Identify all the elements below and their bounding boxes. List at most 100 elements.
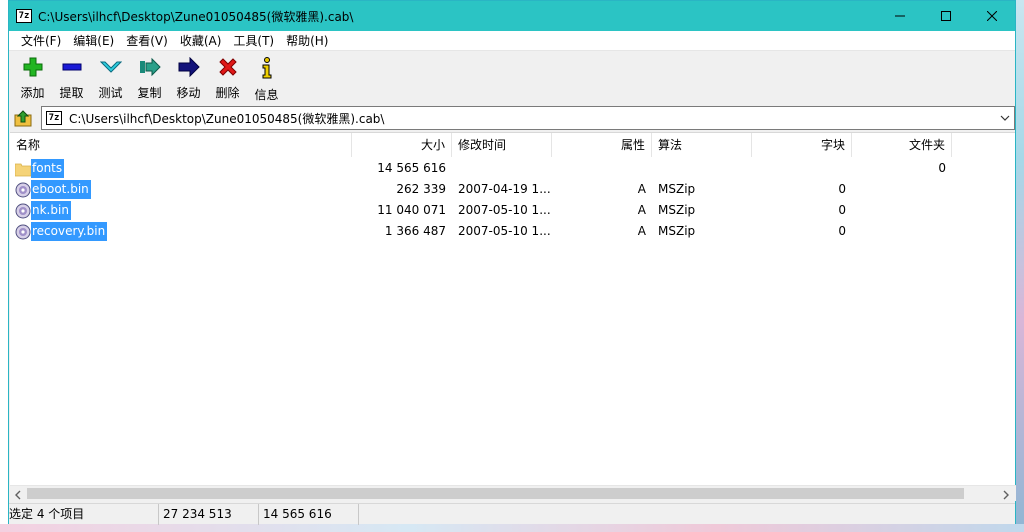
minimize-button[interactable] [877, 1, 923, 31]
file-size: 262 339 [396, 182, 446, 196]
scrollbar-thumb[interactable] [27, 488, 964, 499]
column-size[interactable]: 大小 [352, 133, 452, 157]
test-button[interactable]: 测试 [91, 52, 130, 100]
file-method: MSZip [658, 203, 696, 217]
name-cell: recovery.bin [10, 221, 352, 242]
file-size: 11 040 071 [377, 203, 446, 217]
file-size: 14 565 616 [377, 161, 446, 175]
file-block [752, 158, 852, 179]
column-folders[interactable]: 文件夹 [852, 133, 952, 157]
list-item[interactable]: nk.bin 11 040 071 2007-05-10 1... A MSZi… [10, 200, 1015, 221]
close-icon [987, 11, 997, 21]
list-header: 名称 大小 修改时间 属性 算法 字块 文件夹 [10, 133, 1015, 157]
app-icon: 7z [16, 9, 32, 23]
menu-favorites[interactable]: 收藏(A) [174, 31, 228, 51]
chevron-down-icon[interactable] [1000, 112, 1010, 126]
toolbar: 添加 提取 测试 复制 移动 删除 信息 [9, 52, 1015, 102]
file-block: 0 [838, 182, 846, 196]
delete-button[interactable]: 删除 [208, 52, 247, 100]
file-modified: 2007-05-10 1... [458, 203, 551, 217]
file-method: MSZip [658, 224, 696, 238]
maximize-icon [941, 11, 951, 21]
column-attributes[interactable]: 属性 [552, 133, 652, 157]
archive-window: 7z C:\Users\ilhcf\Desktop\Zune01050485(微… [8, 0, 1016, 525]
name-cell: fonts [10, 158, 352, 179]
file-folders: 0 [938, 161, 946, 175]
minimize-icon [895, 15, 905, 17]
window-title: C:\Users\ilhcf\Desktop\Zune01050485(微软雅黑… [38, 9, 354, 24]
file-folders [852, 221, 952, 242]
file-attributes: A [637, 182, 646, 196]
menu-tools[interactable]: 工具(T) [227, 31, 280, 51]
delete-icon [217, 57, 239, 77]
up-folder-icon [14, 110, 32, 127]
column-name[interactable]: 名称 [10, 133, 352, 157]
disc-file-icon [15, 224, 31, 239]
address-row: 7z C:\Users\ilhcf\Desktop\Zune01050485(微… [9, 105, 1015, 131]
file-attributes [552, 158, 652, 179]
status-selected: 选定 4 个项目 [9, 504, 159, 525]
add-label: 添加 [20, 86, 45, 100]
file-modified: 2007-04-19 1... [458, 182, 551, 196]
address-path: C:\Users\ilhcf\Desktop\Zune01050485(微软雅黑… [69, 111, 385, 126]
file-name: eboot.bin [31, 180, 91, 199]
extract-icon [61, 57, 83, 77]
close-button[interactable] [969, 1, 1015, 31]
move-icon [178, 57, 200, 77]
column-method[interactable]: 算法 [652, 133, 752, 157]
test-label: 测试 [98, 86, 123, 100]
desktop-background-bottom [0, 524, 1024, 532]
info-icon [256, 57, 278, 79]
status-total-size: 27 234 513 [159, 504, 259, 525]
up-folder-button[interactable] [9, 106, 37, 130]
add-button[interactable]: 添加 [13, 52, 52, 100]
address-bar[interactable]: 7z C:\Users\ilhcf\Desktop\Zune01050485(微… [41, 106, 1015, 130]
file-method: MSZip [658, 182, 696, 196]
folder-icon [15, 163, 31, 176]
file-method [652, 158, 752, 179]
list-item[interactable]: eboot.bin 262 339 2007-04-19 1... A MSZi… [10, 179, 1015, 200]
copy-icon [139, 57, 161, 77]
horizontal-scrollbar[interactable] [10, 485, 1016, 501]
menu-bar: 文件(F) 编辑(E) 查看(V) 收藏(A) 工具(T) 帮助(H) [9, 31, 1015, 51]
file-name: recovery.bin [31, 222, 108, 241]
move-button[interactable]: 移动 [169, 52, 208, 100]
menu-file[interactable]: 文件(F) [15, 31, 67, 51]
window-controls [877, 1, 1015, 31]
file-block: 0 [838, 203, 846, 217]
file-attributes: A [637, 224, 646, 238]
list-item[interactable]: fonts 14 565 616 0 [10, 158, 1015, 179]
name-cell: eboot.bin [10, 179, 352, 200]
status-selected-size: 14 565 616 [259, 504, 359, 525]
file-attributes: A [637, 203, 646, 217]
column-block[interactable]: 字块 [752, 133, 852, 157]
menu-help[interactable]: 帮助(H) [280, 31, 334, 51]
add-icon [22, 57, 44, 77]
file-size: 1 366 487 [384, 224, 446, 238]
menu-edit[interactable]: 编辑(E) [67, 31, 120, 51]
title-bar[interactable]: 7z C:\Users\ilhcf\Desktop\Zune01050485(微… [9, 1, 1015, 31]
list-item[interactable]: recovery.bin 1 366 487 2007-05-10 1... A… [10, 221, 1015, 242]
move-label: 移动 [176, 86, 201, 100]
menu-view[interactable]: 查看(V) [120, 31, 174, 51]
scroll-left-icon[interactable] [12, 489, 28, 500]
name-cell: nk.bin [10, 200, 352, 221]
file-folders [852, 179, 952, 200]
file-folders [852, 200, 952, 221]
extract-button[interactable]: 提取 [52, 52, 91, 100]
file-name: nk.bin [31, 201, 71, 220]
maximize-button[interactable] [923, 1, 969, 31]
column-modified[interactable]: 修改时间 [452, 133, 552, 157]
file-name: fonts [31, 159, 65, 178]
copy-button[interactable]: 复制 [130, 52, 169, 100]
status-bar: 选定 4 个项目 27 234 513 14 565 616 [9, 503, 1015, 525]
archive-icon: 7z [46, 111, 62, 125]
file-modified: 2007-05-10 1... [458, 224, 551, 238]
disc-file-icon [15, 203, 31, 218]
delete-label: 删除 [215, 86, 240, 100]
info-label: 信息 [254, 88, 279, 102]
info-button[interactable]: 信息 [247, 52, 286, 102]
scroll-right-icon[interactable] [1000, 489, 1016, 500]
file-list[interactable]: 名称 大小 修改时间 属性 算法 字块 文件夹 fonts 14 565 616… [10, 132, 1015, 487]
file-modified [452, 158, 552, 179]
